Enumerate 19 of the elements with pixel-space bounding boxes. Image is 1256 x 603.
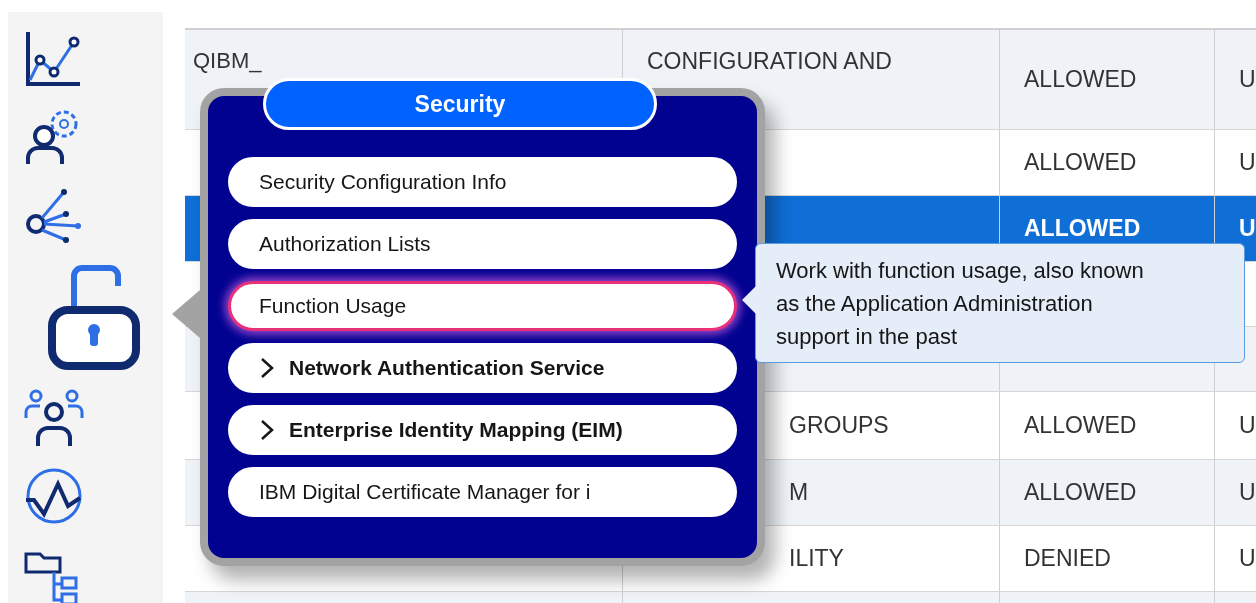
tooltip-text: Work with function usage, also known as the Application Administration support in the past	[776, 258, 1144, 349]
menu-title: Security	[263, 78, 657, 130]
table-cell: ALLOWED	[1024, 479, 1137, 506]
table-cell: DENIED	[1024, 545, 1111, 572]
table-cell: CONFIGURATION AND	[647, 48, 892, 75]
table-cell: GROUPS	[789, 412, 889, 439]
table-cell: ALLOWED	[1024, 215, 1141, 242]
table-cell: M	[789, 479, 809, 506]
table-cell: ALLOWED	[1024, 66, 1137, 93]
table-cell: U	[1239, 479, 1256, 506]
table-cell: QIBM_	[193, 48, 262, 74]
table-cell: ALLOWED	[1024, 412, 1137, 439]
table-cell: U	[1239, 215, 1256, 242]
table-cell: U	[1239, 149, 1256, 176]
table-cell: U	[1239, 545, 1256, 572]
table-cell: ILITY	[789, 545, 844, 572]
table-cell: U	[1239, 412, 1256, 439]
table-cell: ALLOWED	[1024, 149, 1137, 176]
table-cell: U	[1239, 66, 1256, 93]
